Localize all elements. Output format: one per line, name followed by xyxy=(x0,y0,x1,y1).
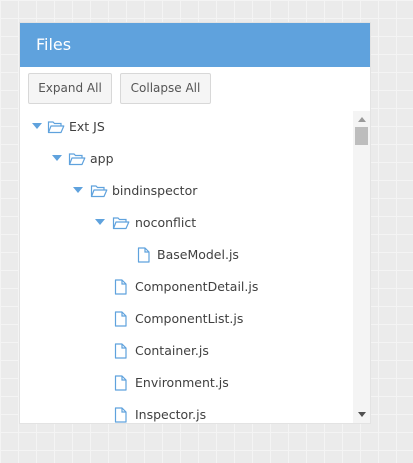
tree-node-inspector[interactable]: Inspector.js xyxy=(20,399,353,423)
vertical-scrollbar[interactable] xyxy=(353,111,370,423)
tree-node-noconflict[interactable]: noconflict xyxy=(20,207,353,239)
collapse-toggle-icon[interactable] xyxy=(73,187,83,193)
collapse-toggle-icon[interactable] xyxy=(95,219,105,225)
tree-node-label: Ext JS xyxy=(69,119,105,134)
folder-open-icon xyxy=(90,183,108,199)
tree-node-label: app xyxy=(90,151,114,166)
scroll-up-arrow-icon[interactable] xyxy=(358,117,366,122)
scroll-down-arrow-icon[interactable] xyxy=(358,412,366,417)
tree-node-basemodel[interactable]: BaseModel.js xyxy=(20,239,353,271)
file-tree: Ext JS app bindinspector noconflict Base… xyxy=(20,111,370,423)
tree-node-ext-js[interactable]: Ext JS xyxy=(20,111,353,143)
file-icon xyxy=(112,311,130,327)
collapse-toggle-icon[interactable] xyxy=(52,155,62,161)
folder-open-icon xyxy=(112,215,130,231)
tree-node-componentdetail[interactable]: ComponentDetail.js xyxy=(20,271,353,303)
tree-node-componentlist[interactable]: ComponentList.js xyxy=(20,303,353,335)
file-icon xyxy=(112,407,130,423)
tree-node-label: bindinspector xyxy=(112,183,198,198)
file-icon xyxy=(135,247,153,263)
file-icon xyxy=(112,279,130,295)
file-icon xyxy=(112,375,130,391)
file-icon xyxy=(112,343,130,359)
tree-node-label: Environment.js xyxy=(135,375,229,390)
tree-node-container[interactable]: Container.js xyxy=(20,335,353,367)
collapse-all-button[interactable]: Collapse All xyxy=(120,73,211,104)
tree-node-environment[interactable]: Environment.js xyxy=(20,367,353,399)
folder-open-icon xyxy=(47,119,65,135)
tree-node-label: ComponentDetail.js xyxy=(135,279,259,294)
expand-all-button[interactable]: Expand All xyxy=(28,73,112,104)
tree-node-bindinspector[interactable]: bindinspector xyxy=(20,175,353,207)
tree-node-label: noconflict xyxy=(135,215,197,230)
tree-node-label: ComponentList.js xyxy=(135,311,244,326)
folder-open-icon xyxy=(68,151,86,167)
tree-node-label: Container.js xyxy=(135,343,209,358)
tree-node-label: BaseModel.js xyxy=(157,247,239,262)
tree-node-label: Inspector.js xyxy=(135,407,207,422)
panel-title: Files xyxy=(20,23,370,67)
collapse-toggle-icon[interactable] xyxy=(32,123,42,129)
tree-node-app[interactable]: app xyxy=(20,143,353,175)
files-panel: Files Expand All Collapse All Ext JS app… xyxy=(20,23,370,423)
toolbar: Expand All Collapse All xyxy=(20,67,370,111)
scroll-thumb[interactable] xyxy=(355,127,368,145)
